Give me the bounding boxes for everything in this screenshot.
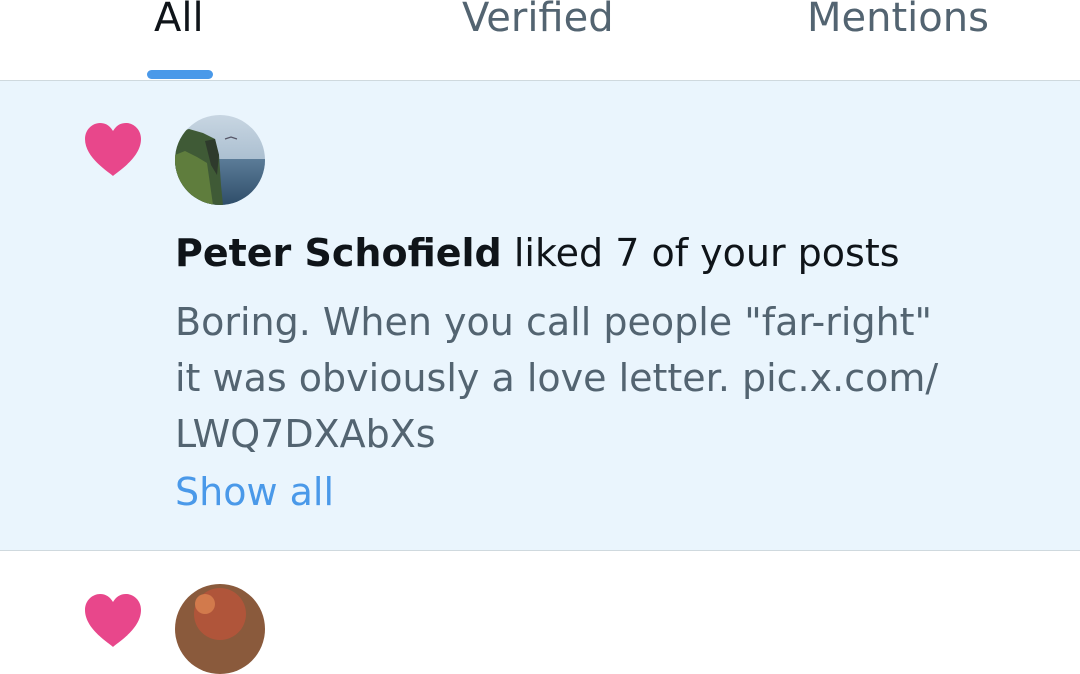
avatar[interactable] — [175, 584, 265, 674]
action-text: liked 7 of your posts — [513, 231, 900, 275]
heart-icon — [85, 123, 141, 176]
active-tab-indicator — [147, 70, 213, 79]
post-line: LWQ7DXAbXs — [175, 412, 436, 456]
notification-headline: Peter Schofield liked 7 of your posts — [175, 228, 900, 278]
user-name[interactable]: Peter Schofield — [175, 231, 502, 275]
notifications-tabs: All Verified Mentions — [0, 0, 1080, 81]
heart-icon — [85, 594, 141, 647]
tab-all[interactable]: All — [154, 0, 204, 48]
post-line: it was obviously a love letter. pic.x.co… — [175, 356, 939, 400]
tab-verified[interactable]: Verified — [462, 0, 614, 48]
tab-mentions[interactable]: Mentions — [807, 0, 989, 48]
post-line: Boring. When you call people "far-right" — [175, 300, 933, 344]
post-preview-text: Boring. When you call people "far-right"… — [175, 294, 955, 462]
avatar-image — [175, 115, 265, 205]
show-all-link[interactable]: Show all — [175, 464, 334, 520]
avatar[interactable] — [175, 115, 265, 205]
notification-item[interactable] — [0, 551, 1080, 607]
avatar-image — [175, 584, 265, 674]
